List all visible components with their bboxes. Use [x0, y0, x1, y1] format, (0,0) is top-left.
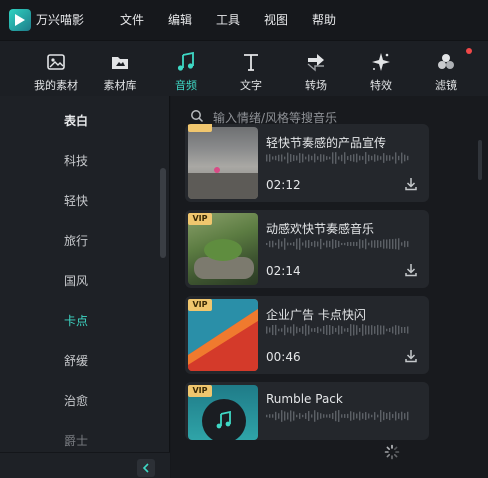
menu-tools[interactable]: 工具: [216, 11, 240, 28]
search-icon: [191, 110, 204, 123]
vip-badge: VIP: [188, 213, 212, 225]
download-icon[interactable]: [403, 348, 419, 364]
sidebar-item-jazz[interactable]: 爵士: [64, 432, 88, 449]
tab-text[interactable]: 文字: [221, 49, 281, 93]
track-thumbnail: [188, 127, 258, 199]
tab-filters[interactable]: 滤镜: [416, 49, 476, 93]
tab-stock-library[interactable]: 素材库: [90, 49, 150, 93]
track-duration: 00:46: [266, 350, 301, 364]
vip-badge: VIP: [188, 385, 212, 397]
waveform: [266, 238, 409, 250]
vip-badge: [188, 124, 212, 132]
track-title: 企业广告 卡点快闪: [266, 308, 366, 322]
menu-file[interactable]: 文件: [120, 11, 144, 28]
tab-label: 我的素材: [34, 79, 78, 92]
sidebar-item-healing[interactable]: 治愈: [64, 392, 88, 409]
filters-icon: [438, 54, 454, 69]
waveform: [266, 410, 409, 422]
transition-icon: [307, 54, 324, 72]
track-card[interactable]: VIP Rumble Pack: [185, 382, 429, 440]
media-toolbar: 我的素材 素材库 音频 文字 转场 特效 滤镜: [0, 40, 488, 96]
track-duration: 02:12: [266, 178, 301, 192]
text-icon: [244, 54, 258, 71]
app-title: 万兴喵影: [36, 13, 85, 27]
tab-transitions[interactable]: 转场: [286, 49, 346, 93]
sidebar-item-light[interactable]: 轻快: [64, 192, 88, 209]
sidebar-item-confession[interactable]: 表白: [64, 112, 88, 129]
tab-audio[interactable]: 音频: [156, 49, 216, 93]
tab-my-media[interactable]: 我的素材: [26, 49, 86, 93]
track-duration: 02:14: [266, 264, 301, 278]
sidebar-item-beat-sync[interactable]: 卡点: [64, 312, 88, 329]
collapse-sidebar-button[interactable]: [137, 459, 155, 477]
waveform: [266, 152, 409, 164]
chevron-left-icon: [142, 463, 149, 473]
waveform: [266, 324, 409, 336]
menu-help[interactable]: 帮助: [312, 11, 336, 28]
track-title: Rumble Pack: [266, 392, 343, 406]
menu-edit[interactable]: 编辑: [168, 11, 192, 28]
tab-effects[interactable]: 特效: [351, 49, 411, 93]
app-logo-icon: [9, 9, 31, 31]
track-title: 轻快节奏感的产品宣传: [266, 136, 387, 150]
download-icon[interactable]: [403, 176, 419, 192]
music-note-icon: [177, 51, 194, 71]
music-note-icon: [216, 411, 231, 429]
content-scrollbar[interactable]: [478, 140, 482, 180]
loading-spinner-icon: [384, 444, 400, 460]
title-bar: 万兴喵影 文件 编辑 工具 视图 帮助: [0, 0, 488, 40]
effects-icon: [372, 53, 390, 71]
sidebar-item-travel[interactable]: 旅行: [64, 232, 88, 249]
tab-label: 音频: [175, 79, 197, 92]
track-card[interactable]: 轻快节奏感的产品宣传 02:12: [185, 124, 429, 202]
tab-label: 特效: [370, 79, 392, 92]
tab-label: 滤镜: [435, 79, 457, 92]
tab-label: 转场: [305, 79, 327, 92]
sidebar-scrollbar[interactable]: [160, 168, 166, 258]
track-card[interactable]: VIP 企业广告 卡点快闪 00:46: [185, 296, 429, 374]
track-card[interactable]: VIP 动感欢快节奏感音乐 02:14: [185, 210, 429, 288]
stock-library-icon: [112, 57, 128, 69]
track-title: 动感欢快节奏感音乐: [266, 222, 375, 236]
tab-label: 素材库: [103, 79, 137, 92]
sidebar-item-chinese-style[interactable]: 国风: [64, 272, 88, 289]
download-icon[interactable]: [403, 262, 419, 278]
notification-dot: [466, 48, 472, 54]
sidebar-item-soothing[interactable]: 舒缓: [64, 352, 88, 369]
my-media-icon: [47, 54, 65, 70]
sidebar-item-tech[interactable]: 科技: [64, 152, 88, 169]
tab-label: 文字: [240, 79, 262, 92]
vip-badge: VIP: [188, 299, 212, 311]
menu-view[interactable]: 视图: [264, 11, 288, 28]
